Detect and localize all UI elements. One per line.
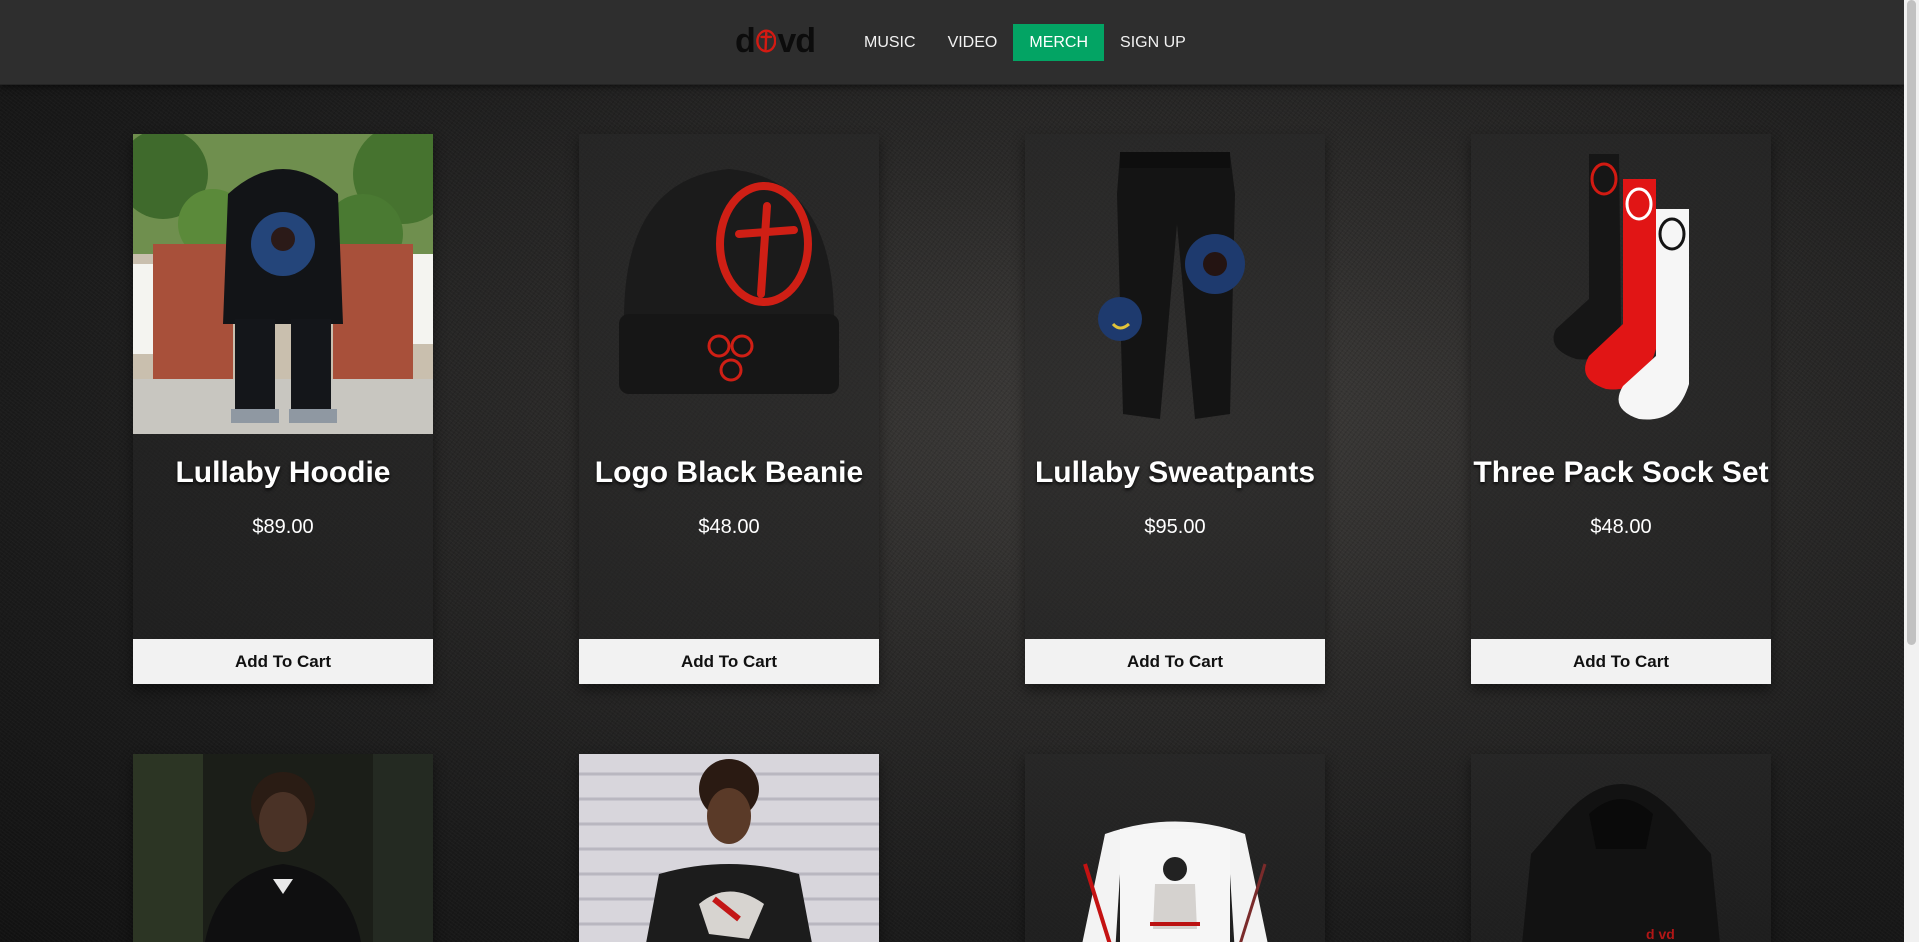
add-to-cart-button[interactable]: Add To Cart	[1471, 639, 1771, 684]
product-image[interactable]	[1025, 754, 1325, 942]
add-to-cart-button[interactable]: Add To Cart	[579, 639, 879, 684]
product-price: $48.00	[1590, 516, 1652, 538]
svg-text:d vd: d vd	[1646, 926, 1675, 942]
product-image[interactable]: d vd	[1471, 754, 1771, 942]
scrollbar-thumb[interactable]	[1907, 0, 1916, 645]
black-beanie-red-logo	[619, 169, 839, 394]
add-to-cart-button[interactable]: Add To Cart	[133, 639, 433, 684]
main-nav: MUSIC VIDEO MERCH SIGN UP	[848, 24, 1202, 61]
person-black-hoodie-photo	[133, 754, 433, 942]
product-image-socks[interactable]	[1471, 134, 1771, 434]
product-name[interactable]: Lullaby Hoodie	[133, 456, 433, 490]
top-navigation-bar: d vd MUSIC VIDEO MERCH SIGN UP	[0, 0, 1904, 85]
product-name[interactable]: Logo Black Beanie	[579, 456, 879, 490]
product-price: $89.00	[252, 516, 314, 538]
black-sweatpants-patch	[1098, 152, 1245, 419]
product-image-sweatpants[interactable]	[1025, 134, 1325, 434]
product-image[interactable]	[133, 754, 433, 942]
white-longsleeve-print	[1082, 821, 1268, 942]
product-price: $48.00	[698, 516, 760, 538]
product-price: $95.00	[1144, 516, 1206, 538]
product-image-beanie[interactable]	[579, 134, 879, 434]
product-name[interactable]: Lullaby Sweatpants	[1025, 456, 1325, 490]
logo-cross-icon	[755, 29, 777, 53]
product-card: Lullaby Sweatpants $95.00 Add To Cart	[1025, 134, 1325, 684]
product-name[interactable]: Three Pack Sock Set	[1471, 456, 1771, 490]
hoodie-back-photo	[133, 134, 433, 434]
product-card	[133, 754, 433, 942]
black-red-white-socks	[1553, 154, 1689, 420]
product-card: d vd	[1471, 754, 1771, 942]
product-image-hoodie[interactable]	[133, 134, 433, 434]
nav-music[interactable]: MUSIC	[848, 24, 932, 61]
person-black-tee-photo	[579, 754, 879, 942]
page-scrollbar[interactable]	[1904, 0, 1919, 942]
site-logo[interactable]: d vd	[735, 20, 816, 62]
product-card: Lullaby Hoodie $89.00 Add To Cart	[133, 134, 433, 684]
nav-video[interactable]: VIDEO	[932, 24, 1014, 61]
product-card: Three Pack Sock Set $48.00 Add To Cart	[1471, 134, 1771, 684]
add-to-cart-button[interactable]: Add To Cart	[1025, 639, 1325, 684]
product-card: Logo Black Beanie $48.00 Add To Cart	[579, 134, 879, 684]
logo-letter-d: d	[735, 22, 756, 60]
product-card	[1025, 754, 1325, 942]
nav-sign-up[interactable]: SIGN UP	[1104, 24, 1202, 61]
black-hoodie-logo: d vd	[1522, 784, 1720, 942]
product-image[interactable]	[579, 754, 879, 942]
product-card	[579, 754, 879, 942]
nav-merch[interactable]: MERCH	[1013, 24, 1105, 61]
logo-letters-vd: vd	[777, 22, 816, 60]
